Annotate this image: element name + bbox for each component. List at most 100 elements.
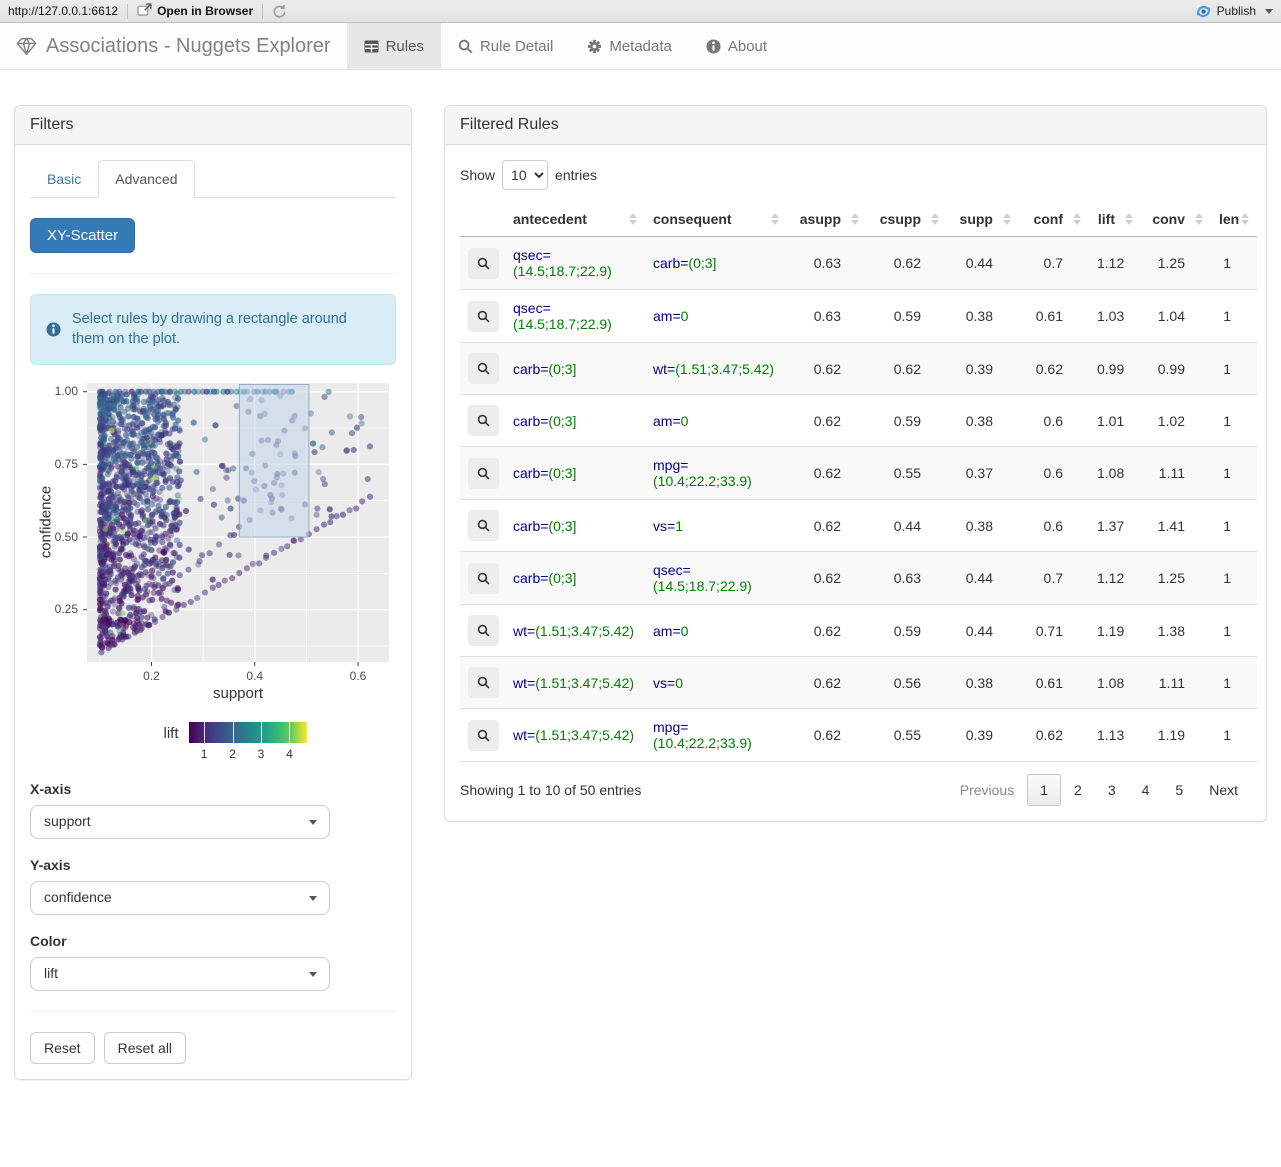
consequent-value: 0 — [680, 412, 689, 429]
page-length-select[interactable]: 10 — [502, 160, 549, 190]
color-selected-value: lift — [44, 964, 58, 981]
refresh-icon[interactable] — [272, 4, 287, 19]
color-select[interactable]: lift — [30, 956, 330, 991]
x-axis-select[interactable]: support — [30, 804, 330, 839]
table-row[interactable]: carb=(0;3] mpg=(10.4;22.2;33.9) 0.62 0.55 0.… — [460, 446, 1257, 500]
pagination-next[interactable]: Next — [1196, 775, 1251, 805]
cell-asupp: 0.62 — [813, 465, 841, 481]
filtered-rules-panel: Filtered Rules Show 10 entries anteceden… — [444, 105, 1267, 822]
info-icon — [46, 322, 61, 337]
pagination-previous[interactable]: Previous — [947, 775, 1027, 805]
column-header-antecedent[interactable]: antecedent — [505, 202, 645, 237]
magnifier-icon — [477, 414, 490, 427]
pagination-page-4[interactable]: 4 — [1129, 775, 1163, 805]
table-row[interactable]: carb=(0;3] am=0 0.62 0.59 0.38 0.6 1.01 1.02 1 — [460, 394, 1257, 447]
filters-tab-advanced[interactable]: Advanced — [98, 160, 195, 198]
cell-conv: 0.99 — [1157, 360, 1185, 377]
chevron-down-icon — [309, 971, 317, 977]
reset-all-button[interactable]: Reset all — [103, 1031, 187, 1064]
table-row[interactable]: wt=(1.51;3.47;5.42) am=0 0.62 0.59 0.44 0.71 1… — [460, 604, 1257, 657]
row-inspect-button[interactable] — [468, 247, 499, 279]
antecedent-value: (0;3] — [548, 360, 577, 377]
publish-button[interactable]: Publish — [1195, 4, 1273, 19]
magnifier-icon — [477, 310, 490, 323]
table-row[interactable]: qsec=(14.5;18.7;22.9) carb=(0;3] 0.63 0.62 0… — [460, 236, 1257, 290]
tab-rules[interactable]: Rules — [346, 23, 441, 69]
y-tick-label: 0.25 — [54, 602, 78, 617]
cell-asupp: 0.62 — [813, 622, 841, 639]
column-header-conf[interactable]: conf — [1019, 202, 1089, 237]
column-label: conv — [1152, 211, 1185, 227]
reset-button[interactable]: Reset — [30, 1031, 95, 1064]
table-row[interactable]: wt=(1.51;3.47;5.42) vs=0 0.62 0.56 0.38 0.61 1… — [460, 656, 1257, 709]
divider — [30, 273, 396, 274]
row-inspect-button[interactable] — [468, 667, 499, 698]
row-inspect-button[interactable] — [468, 300, 499, 332]
cell-supp: 0.44 — [965, 622, 993, 639]
cell-supp: 0.39 — [965, 360, 993, 377]
sort-icon — [1241, 213, 1249, 225]
antecedent-value: (1.51;3.47;5.42) — [535, 674, 635, 691]
pagination-page-1[interactable]: 1 — [1027, 774, 1062, 806]
y-axis-select[interactable]: confidence — [30, 880, 330, 915]
toolbar-divider — [262, 3, 264, 19]
cell-lift: 1.12 — [1097, 255, 1125, 271]
row-inspect-button[interactable] — [468, 405, 499, 436]
cell-lift: 1.13 — [1097, 727, 1125, 743]
antecedent-attribute: carb= — [513, 570, 549, 586]
consequent-attribute: am= — [653, 622, 681, 639]
cell-len: 1 — [1223, 255, 1231, 271]
antecedent-attribute: carb= — [513, 412, 549, 429]
consequent-value: 1 — [675, 517, 683, 534]
x-axis-title: support — [212, 684, 264, 702]
table-row[interactable]: carb=(0;3] qsec=(14.5;18.7;22.9) 0.62 0.63 0… — [460, 551, 1257, 605]
filters-tab-basic[interactable]: Basic — [30, 160, 98, 198]
tab-about[interactable]: About — [689, 23, 784, 69]
cell-conv: 1.38 — [1157, 622, 1185, 639]
cell-consequent: am=0 — [645, 395, 787, 447]
column-header-asupp[interactable]: asupp — [787, 202, 867, 237]
gem-icon — [16, 37, 37, 56]
row-inspect-button[interactable] — [468, 615, 499, 646]
column-header-conv[interactable]: conv — [1141, 202, 1211, 237]
row-inspect-button[interactable] — [468, 562, 499, 594]
column-header-lift[interactable]: lift — [1089, 202, 1141, 237]
pagination-page-5[interactable]: 5 — [1162, 775, 1196, 805]
cell-inspect — [460, 657, 505, 709]
app-url: http://127.0.0.1:6612 — [8, 4, 119, 18]
row-inspect-button[interactable] — [468, 719, 499, 751]
cell-consequent: qsec=(14.5;18.7;22.9) — [645, 552, 787, 605]
row-inspect-button[interactable] — [468, 510, 499, 541]
scatter-plot-canvas[interactable] — [30, 376, 395, 707]
x-axis-label: X-axis — [30, 780, 72, 797]
tab-metadata[interactable]: Metadata — [570, 23, 689, 69]
table-row[interactable]: carb=(0;3] vs=1 0.62 0.44 0.38 0.6 1.37 1.41 1 — [460, 499, 1257, 552]
row-inspect-button[interactable] — [468, 353, 499, 384]
open-in-browser-button[interactable]: Open in Browser — [137, 3, 253, 19]
column-label: antecedent — [513, 211, 587, 227]
column-header-csupp[interactable]: csupp — [867, 202, 947, 237]
cell-len: 1 — [1223, 570, 1231, 586]
xy-scatter-button[interactable]: XY-Scatter — [30, 218, 136, 253]
legend-tick-label: 1 — [200, 746, 208, 761]
antecedent-value: (0;3] — [548, 465, 577, 481]
cell-csupp: 0.55 — [893, 465, 921, 481]
column-header-len[interactable]: len — [1211, 202, 1257, 237]
divider — [30, 1010, 396, 1012]
column-header-consequent[interactable]: consequent — [645, 202, 787, 237]
pagination-page-3[interactable]: 3 — [1095, 775, 1129, 805]
tab-rule-detail[interactable]: Rule Detail — [441, 23, 570, 69]
antecedent-attribute: carb= — [513, 360, 549, 377]
table-row[interactable]: carb=(0;3] wt=(1.51;3.47;5.42) 0.62 0.62 0.3… — [460, 342, 1257, 395]
consequent-attribute: qsec= — [653, 562, 691, 578]
column-label: conf — [1033, 211, 1063, 227]
pagination-page-2[interactable]: 2 — [1061, 775, 1095, 805]
row-inspect-button[interactable] — [468, 457, 499, 489]
table-row[interactable]: qsec=(14.5;18.7;22.9) am=0 0.63 0.59 0.38 0.6… — [460, 289, 1257, 343]
table-row[interactable]: wt=(1.51;3.47;5.42) mpg=(10.4;22.2;33.9) 0… — [460, 708, 1257, 762]
column-header-supp[interactable]: supp — [947, 202, 1019, 237]
sort-icon — [771, 213, 779, 225]
cell-csupp: 0.63 — [893, 570, 921, 586]
tab-label: Metadata — [609, 37, 672, 55]
x-tick-label: 0.6 — [349, 668, 367, 683]
